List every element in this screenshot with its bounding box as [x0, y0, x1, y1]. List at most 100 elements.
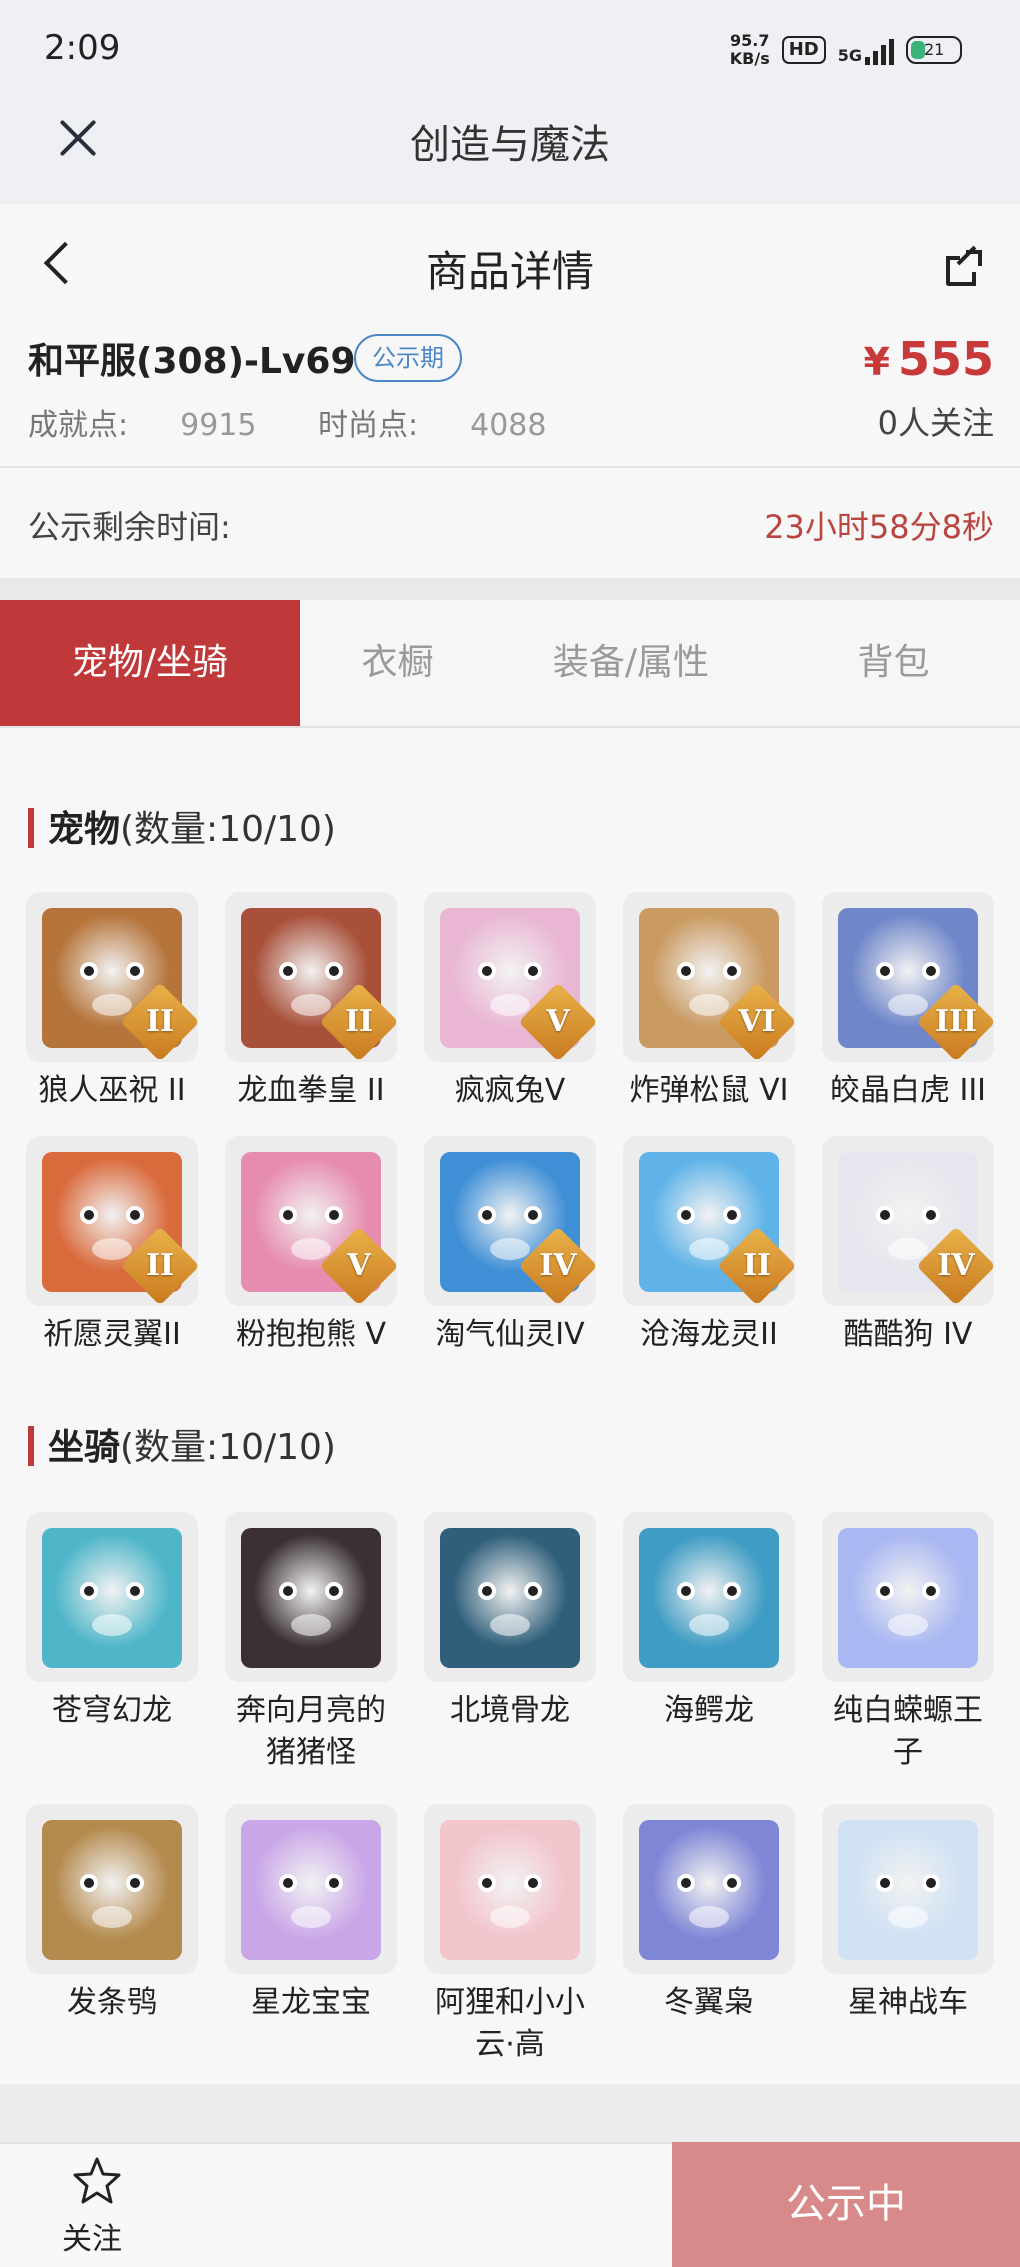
pet-thumbnail: V [225, 1136, 397, 1306]
mount-name: 阿狸和小小云·高 [435, 1985, 585, 2062]
pet-thumbnail: IV [424, 1136, 596, 1306]
pets-section-title: 宠物(数量:10/10) [28, 800, 336, 852]
pet-thumbnail: III [822, 892, 994, 1062]
mount-name: 冬翼枭 [664, 1985, 754, 2020]
mount-name: 苍穹幻龙 [52, 1693, 172, 1728]
mount-name: 纯白蝾螈王子 [833, 1693, 983, 1770]
page-title: 商品详情 [425, 247, 594, 296]
mount-name: 星神战车 [848, 1985, 968, 2020]
mount-item[interactable]: 苍穹幻龙 [26, 1512, 198, 1774]
mount-image [440, 1528, 580, 1668]
rank-badge-label: V [546, 1004, 570, 1039]
pet-item[interactable]: III 皎晶白虎 III [822, 892, 994, 1112]
tab-wardrobe[interactable]: 衣橱 [300, 600, 495, 726]
pet-item[interactable]: II 沧海龙灵II [623, 1136, 795, 1356]
pet-name: 疯疯兔V [454, 1073, 566, 1108]
pet-name: 皎晶白虎 III [829, 1073, 987, 1108]
mount-name: 奔向月亮的猪猪怪 [236, 1693, 386, 1770]
fashion-points: 时尚点: 4088 [318, 408, 547, 443]
mount-thumbnail [424, 1512, 596, 1682]
mount-image [241, 1820, 381, 1960]
server-name: 和平服(308)-Lv69 [28, 341, 356, 382]
battery-icon: 21 [906, 36, 962, 64]
rank-badge-label: II [742, 1248, 772, 1283]
pet-item[interactable]: II 龙血拳皇 II [225, 892, 397, 1112]
mount-image [42, 1820, 182, 1960]
pet-name: 粉抱抱熊 V [235, 1317, 387, 1352]
remain-time: 23小时58分8秒 [764, 508, 994, 546]
mount-image [241, 1528, 381, 1668]
mount-image [838, 1820, 978, 1960]
mount-name: 发条鸮 [67, 1985, 157, 2020]
pet-thumbnail: II [26, 1136, 198, 1306]
pet-item[interactable]: IV 酷酷狗 IV [822, 1136, 994, 1356]
mount-image [639, 1528, 779, 1668]
pet-thumbnail: IV [822, 1136, 994, 1306]
mount-name: 星龙宝宝 [251, 1985, 371, 2020]
pet-item[interactable]: IV 淘气仙灵IV [424, 1136, 596, 1356]
mounts-section-title: 坐骑(数量:10/10) [28, 1418, 336, 1470]
pet-item[interactable]: V 粉抱抱熊 V [225, 1136, 397, 1356]
pet-name: 淘气仙灵IV [435, 1317, 585, 1352]
mount-image [42, 1528, 182, 1668]
pet-item[interactable]: VI 炸弹松鼠 VI [623, 892, 795, 1112]
pet-thumbnail: II [26, 892, 198, 1062]
pet-name: 龙血拳皇 II [237, 1073, 385, 1108]
mount-thumbnail [26, 1804, 198, 1974]
mounts-grid: 苍穹幻龙 奔向月亮的猪猪怪 北境骨龙 海鳄龙 纯白蝾螈王子发条鸮 星龙宝宝 阿狸和小小云·高… [26, 1512, 996, 2066]
mount-item[interactable]: 纯白蝾螈王子 [822, 1512, 994, 1774]
mount-name: 北境骨龙 [450, 1693, 570, 1728]
tab-equipment[interactable]: 装备/属性 [495, 600, 767, 726]
pet-name: 炸弹松鼠 VI [629, 1073, 789, 1108]
follow-button[interactable]: 关注 [62, 2214, 122, 2258]
mount-name: 海鳄龙 [664, 1693, 754, 1728]
mount-item[interactable]: 奔向月亮的猪猪怪 [225, 1512, 397, 1774]
mount-image [639, 1820, 779, 1960]
mount-thumbnail [822, 1512, 994, 1682]
pet-thumbnail: II [225, 892, 397, 1062]
section-gap [0, 578, 1020, 600]
star-icon[interactable] [72, 2156, 122, 2206]
pet-name: 祈愿灵翼II [43, 1317, 181, 1352]
rank-badge-label: IV [937, 1248, 975, 1283]
pet-thumbnail: II [623, 1136, 795, 1306]
rank-badge-label: II [145, 1004, 175, 1039]
status-badge: 公示期 [354, 334, 462, 382]
pet-thumbnail: V [424, 892, 596, 1062]
pet-name: 沧海龙灵II [640, 1317, 778, 1352]
followers-count: 0人关注 [877, 404, 994, 442]
mount-item[interactable]: 北境骨龙 [424, 1512, 596, 1774]
rank-badge-label: VI [738, 1004, 776, 1039]
mount-item[interactable]: 发条鸮 [26, 1804, 198, 2066]
mount-item[interactable]: 海鳄龙 [623, 1512, 795, 1774]
mount-item[interactable]: 冬翼枭 [623, 1804, 795, 2066]
share-icon[interactable] [944, 245, 984, 288]
bottom-gap [0, 2084, 1020, 2142]
tab-bar: 宠物/坐骑 衣橱 装备/属性 背包 [0, 600, 1020, 728]
divider [0, 466, 1020, 468]
rank-badge-label: IV [539, 1248, 577, 1283]
stats: 成就点: 9915 时尚点: 4088 [28, 400, 598, 444]
content-area: 宠物(数量:10/10) II 狼人巫祝 II II 龙血拳皇 II V 疯疯兔V VI 炸弹… [0, 728, 1020, 2084]
mount-item[interactable]: 星神战车 [822, 1804, 994, 2066]
pet-item[interactable]: II 狼人巫祝 II [26, 892, 198, 1112]
publicity-button[interactable]: 公示中 [672, 2142, 1020, 2267]
pet-name: 狼人巫祝 II [38, 1073, 186, 1108]
rank-badge-label: III [934, 1004, 978, 1039]
pet-item[interactable]: II 祈愿灵翼II [26, 1136, 198, 1356]
signal-icon: 5G [838, 35, 894, 65]
pet-thumbnail: VI [623, 892, 795, 1062]
rank-badge-label: II [344, 1004, 374, 1039]
mount-item[interactable]: 阿狸和小小云·高 [424, 1804, 596, 2066]
rank-badge-label: II [145, 1248, 175, 1283]
achievement-points: 成就点: 9915 [28, 408, 257, 443]
status-time: 2:09 [44, 28, 121, 68]
status-icons: 95.7 KB/s HD 5G 21 [730, 32, 962, 68]
remain-label: 公示剩余时间: [28, 508, 231, 546]
mount-image [838, 1528, 978, 1668]
tab-pets-mounts[interactable]: 宠物/坐骑 [0, 600, 300, 726]
rank-badge-label: V [347, 1248, 371, 1283]
mount-item[interactable]: 星龙宝宝 [225, 1804, 397, 2066]
tab-backpack[interactable]: 背包 [767, 600, 1020, 726]
pet-item[interactable]: V 疯疯兔V [424, 892, 596, 1112]
